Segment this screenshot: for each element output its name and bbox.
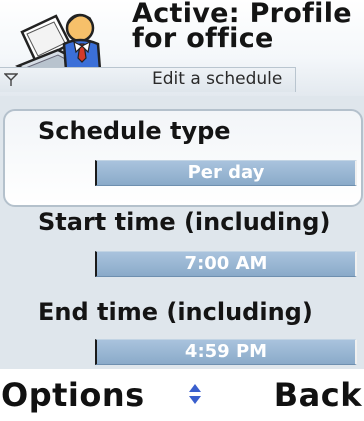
up-down-arrows-icon	[189, 384, 201, 404]
title-line-2: for office	[132, 23, 274, 54]
back-softkey[interactable]: Back	[274, 369, 362, 421]
start-time-value[interactable]: 7:00 AM	[95, 251, 357, 277]
app-header: Active: Profile for office Edit a schedu…	[0, 0, 364, 96]
page-title: Active: Profile for office	[132, 0, 360, 54]
page-subtitle: Edit a schedule	[152, 69, 283, 89]
schedule-form: Schedule type Per day Start time (includ…	[0, 96, 364, 369]
options-softkey[interactable]: Options	[1, 369, 145, 421]
start-time-label: Start time (including)	[38, 208, 331, 236]
schedule-type-value[interactable]: Per day	[95, 160, 357, 186]
end-time-label: End time (including)	[38, 298, 313, 326]
signal-strength-icon	[4, 73, 18, 86]
end-time-value[interactable]: 4:59 PM	[95, 339, 357, 365]
softkey-bar: Options Back	[0, 369, 364, 421]
schedule-type-label: Schedule type	[38, 117, 231, 145]
